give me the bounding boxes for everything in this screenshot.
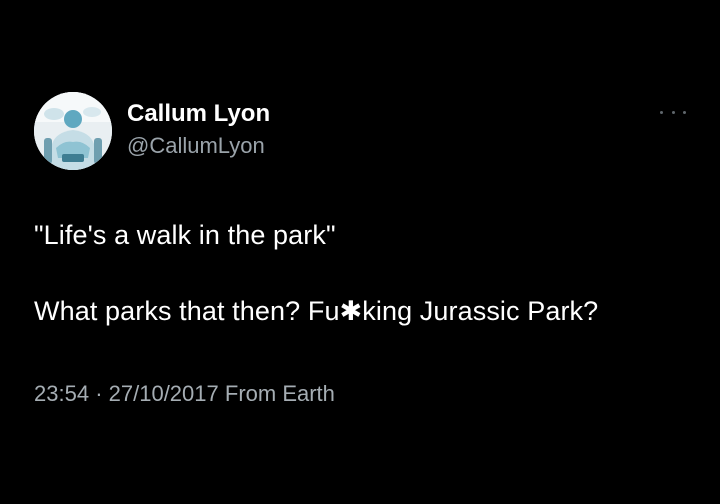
tweet-time[interactable]: 23:54 — [34, 381, 89, 406]
meta-separator: · — [95, 381, 103, 406]
tweet-text-line-1: "Life's a walk in the park" — [34, 220, 336, 250]
more-dot — [671, 110, 675, 114]
tweet-text-line-2: What parks that then? Fu✱king Jurassic P… — [34, 296, 599, 326]
tweet-source: From Earth — [224, 381, 335, 406]
more-icon[interactable] — [658, 104, 688, 120]
user-handle[interactable]: @CallumLyon — [127, 133, 265, 159]
more-dot — [660, 110, 663, 114]
tweet-meta: 23:54 · 27/10/2017 From Earth — [34, 381, 335, 407]
more-dot — [683, 110, 686, 114]
tweet-date[interactable]: 27/10/2017 — [109, 381, 219, 406]
display-name[interactable]: Callum Lyon — [127, 100, 270, 128]
tweet-card: Callum Lyon @CallumLyon "Life's a walk i… — [0, 0, 720, 504]
avatar[interactable] — [34, 92, 112, 170]
user-avatar-icon — [34, 92, 112, 170]
